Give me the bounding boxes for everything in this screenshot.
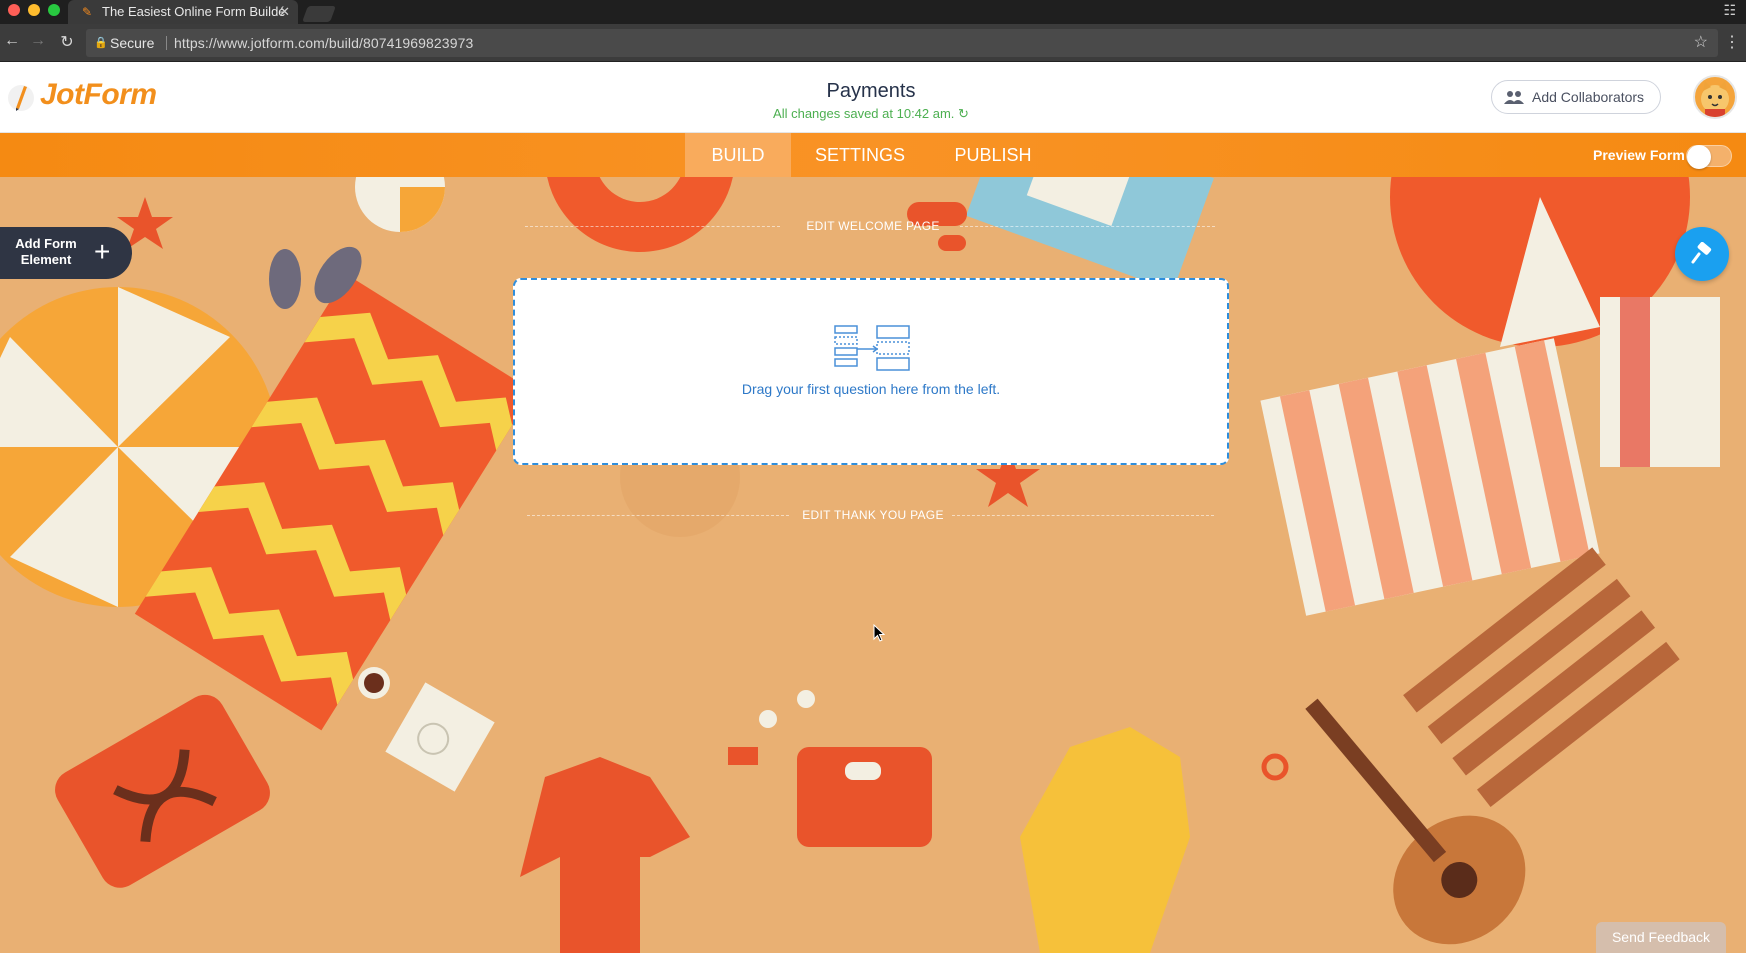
form-title[interactable]: Payments bbox=[0, 80, 1742, 103]
tab-publish[interactable]: PUBLISH bbox=[929, 133, 1057, 177]
tab-close-icon[interactable]: ✕ bbox=[279, 0, 290, 24]
edit-welcome-page-link[interactable]: EDIT WELCOME PAGE bbox=[0, 219, 1746, 233]
forward-arrow-icon[interactable]: → bbox=[28, 32, 48, 50]
window-minimize-button[interactable] bbox=[28, 4, 40, 16]
browser-tab[interactable]: ✎ The Easiest Online Form Buildé ✕ bbox=[68, 0, 298, 24]
add-form-element-button[interactable]: Add Form Element + bbox=[0, 227, 132, 279]
secure-label: Secure bbox=[110, 35, 155, 51]
lock-icon: 🔒 bbox=[94, 37, 108, 49]
tab-settings[interactable]: SETTINGS bbox=[791, 133, 929, 177]
browser-address-bar: ← → ↻ 🔒 Secure https://www.jotform.com/b… bbox=[0, 24, 1746, 62]
url-field[interactable]: 🔒 Secure https://www.jotform.com/build/8… bbox=[86, 29, 1718, 57]
refresh-icon: ↻ bbox=[958, 106, 969, 121]
send-feedback-button[interactable]: Send Feedback bbox=[1596, 922, 1726, 953]
toggle-knob[interactable] bbox=[1687, 145, 1711, 169]
window-close-button[interactable] bbox=[8, 4, 20, 16]
preview-form-label: Preview Form bbox=[1593, 147, 1685, 163]
save-status: All changes saved at 10:42 am. ↻ bbox=[0, 106, 1742, 122]
paint-roller-icon bbox=[1691, 242, 1712, 264]
reload-icon[interactable]: ↻ bbox=[57, 32, 77, 52]
mouse-cursor-icon bbox=[873, 624, 885, 642]
browser-tab-title: The Easiest Online Form Buildé bbox=[102, 4, 286, 19]
tab-build[interactable]: BUILD bbox=[685, 133, 791, 177]
edit-welcome-page-label[interactable]: EDIT WELCOME PAGE bbox=[806, 219, 939, 233]
incognito-icon: ☷ bbox=[1723, 2, 1736, 18]
url-text: https://www.jotform.com/build/8074196982… bbox=[174, 35, 474, 51]
edit-thank-you-page-link[interactable]: EDIT THANK YOU PAGE bbox=[0, 508, 1746, 522]
bookmark-star-icon[interactable]: ☆ bbox=[1694, 29, 1708, 57]
add-form-element-label: Add Form Element bbox=[15, 236, 77, 267]
edit-thank-you-page-label[interactable]: EDIT THANK YOU PAGE bbox=[802, 508, 944, 522]
preview-form-toggle[interactable] bbox=[1686, 145, 1732, 169]
app-header: JotForm Payments All changes saved at 10… bbox=[0, 62, 1746, 133]
form-canvas: Add Form Element + EDIT WELCOME PAGE Dra… bbox=[0, 177, 1746, 953]
user-avatar[interactable] bbox=[1693, 75, 1737, 119]
dropzone-text: Drag your first question here from the l… bbox=[741, 381, 1001, 397]
cat-avatar-icon bbox=[1701, 81, 1729, 117]
save-status-text: All changes saved at 10:42 am. bbox=[773, 106, 955, 121]
form-designer-button[interactable] bbox=[1675, 227, 1729, 281]
plus-icon: + bbox=[94, 236, 111, 267]
back-arrow-icon[interactable]: ← bbox=[2, 32, 22, 50]
window-maximize-button[interactable] bbox=[48, 4, 60, 16]
add-collaborators-label: Add Collaborators bbox=[1532, 89, 1645, 105]
new-tab-button[interactable] bbox=[302, 6, 336, 22]
browser-menu-icon[interactable]: ⋮ bbox=[1724, 32, 1740, 52]
people-icon bbox=[1504, 91, 1524, 104]
builder-toolbar: BUILD SETTINGS PUBLISH Preview Form bbox=[0, 133, 1746, 177]
browser-tab-strip: ✎ The Easiest Online Form Buildé ✕ ☷ bbox=[0, 0, 1746, 24]
form-dropzone[interactable]: Drag your first question here from the l… bbox=[513, 278, 1229, 465]
url-divider bbox=[166, 36, 167, 50]
jotform-favicon-icon: ✎ bbox=[82, 5, 93, 19]
drag-question-icon bbox=[834, 325, 910, 371]
add-collaborators-button[interactable]: Add Collaborators bbox=[1491, 80, 1661, 114]
